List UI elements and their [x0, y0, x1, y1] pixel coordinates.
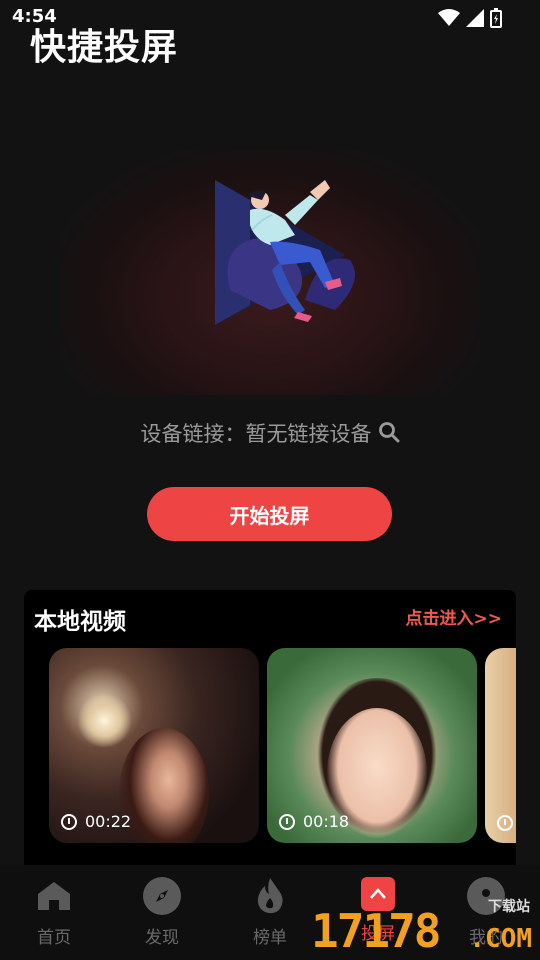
clock-icon	[61, 813, 77, 830]
battery-icon	[490, 8, 502, 28]
signal-icon	[466, 9, 484, 27]
device-status-text: 设备链接：暂无链接设备	[140, 422, 372, 446]
search-icon[interactable]	[378, 421, 400, 443]
cast-illustration	[215, 180, 355, 325]
thumbnail-light	[77, 693, 132, 748]
local-videos-title: 本地视频	[34, 609, 126, 635]
device-status-row: 设备链接：暂无链接设备	[0, 418, 540, 448]
hero-illustration	[60, 150, 480, 395]
nav-item-discover[interactable]: 发现	[108, 877, 216, 948]
clock-icon	[497, 815, 513, 831]
nav-item-ranking[interactable]: 榜单	[216, 877, 324, 948]
site-watermark: 下载站 17178 .COM	[311, 896, 536, 958]
nav-label-discover: 发现	[145, 928, 179, 948]
nav-item-home[interactable]: 首页	[0, 877, 108, 948]
compass-icon	[143, 877, 181, 915]
video-duration: 00:18	[279, 812, 349, 831]
local-videos-enter-link[interactable]: 点击进入>>	[406, 604, 503, 629]
start-cast-button[interactable]: 开始投屏	[147, 487, 392, 541]
video-thumbnail[interactable]: 00:18	[267, 648, 477, 843]
clock-icon	[279, 813, 295, 830]
video-thumbnail[interactable]: 00:22	[49, 648, 259, 843]
nav-label-home: 首页	[37, 928, 71, 948]
home-icon	[35, 877, 73, 915]
flame-icon	[251, 877, 289, 915]
wifi-icon	[438, 9, 460, 26]
video-thumbnail-partial[interactable]	[485, 648, 516, 843]
watermark-number: 17178	[311, 904, 441, 958]
nav-label-ranking: 榜单	[253, 928, 287, 948]
video-duration-text: 00:22	[85, 812, 132, 831]
video-duration	[497, 815, 513, 831]
page-title: 快捷投屏	[30, 27, 179, 68]
watermark-tag: 下载站	[488, 899, 530, 915]
local-videos-section: 本地视频 点击进入>> 00:22 00:18	[24, 590, 516, 880]
video-duration-text: 00:18	[303, 812, 350, 831]
status-icons	[438, 8, 502, 28]
video-duration: 00:22	[61, 812, 131, 831]
thumbnail-portrait	[119, 728, 209, 843]
watermark-domain: .COM	[469, 924, 532, 954]
